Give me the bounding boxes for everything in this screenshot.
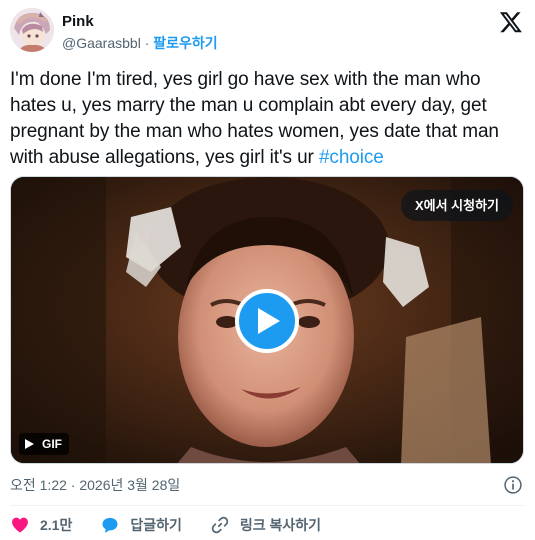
info-icon[interactable] bbox=[503, 475, 523, 495]
tweet-card: Pink @Gaarasbbl · 팔로우하기 I'm done I'm tir… bbox=[0, 0, 535, 540]
avatar-illustration bbox=[10, 8, 54, 52]
like-count: 2.1만 bbox=[40, 517, 73, 533]
timestamp-link[interactable]: 오전 1:22 · 2026년 3월 28일 bbox=[10, 477, 180, 493]
avatar[interactable] bbox=[10, 8, 54, 52]
gif-badge: GIF bbox=[19, 433, 69, 455]
copy-link-button[interactable]: 링크 복사하기 bbox=[210, 515, 321, 535]
divider bbox=[10, 505, 525, 506]
action-bar: 2.1만 답글하기 링크 복사하기 bbox=[10, 512, 349, 538]
play-icon bbox=[258, 308, 280, 334]
tweet-header: Pink @Gaarasbbl · 팔로우하기 bbox=[10, 6, 525, 58]
heart-icon bbox=[12, 517, 28, 533]
reply-button[interactable]: 답글하기 bbox=[100, 515, 182, 535]
x-logo-icon[interactable] bbox=[499, 10, 523, 34]
like-button[interactable]: 2.1만 bbox=[10, 515, 72, 535]
author-handle[interactable]: @Gaarasbbl bbox=[62, 35, 141, 51]
follow-button[interactable]: 팔로우하기 bbox=[153, 35, 217, 51]
media-gif[interactable]: X에서 시청하기 GIF bbox=[10, 176, 524, 464]
author-display-name[interactable]: Pink bbox=[62, 13, 218, 31]
author-handle-row: @Gaarasbbl · 팔로우하기 bbox=[62, 33, 218, 53]
hashtag-link[interactable]: #choice bbox=[319, 147, 384, 168]
copy-link-label: 링크 복사하기 bbox=[239, 517, 322, 533]
speech-bubble-icon bbox=[102, 517, 118, 533]
timestamp-row: 오전 1:22 · 2026년 3월 28일 bbox=[10, 474, 525, 496]
tweet-text: I'm done I'm tired, yes girl go have sex… bbox=[10, 67, 525, 171]
gif-play-icon bbox=[25, 439, 34, 449]
link-icon bbox=[211, 516, 229, 534]
play-button[interactable] bbox=[235, 289, 299, 353]
author-names: Pink @Gaarasbbl · 팔로우하기 bbox=[62, 13, 218, 53]
handle-separator: · bbox=[144, 35, 150, 51]
reply-label: 답글하기 bbox=[130, 517, 182, 533]
gif-badge-label: GIF bbox=[42, 437, 62, 451]
tweet-body: I'm done I'm tired, yes girl go have sex… bbox=[10, 69, 499, 168]
watch-on-x-button[interactable]: X에서 시청하기 bbox=[400, 190, 513, 221]
